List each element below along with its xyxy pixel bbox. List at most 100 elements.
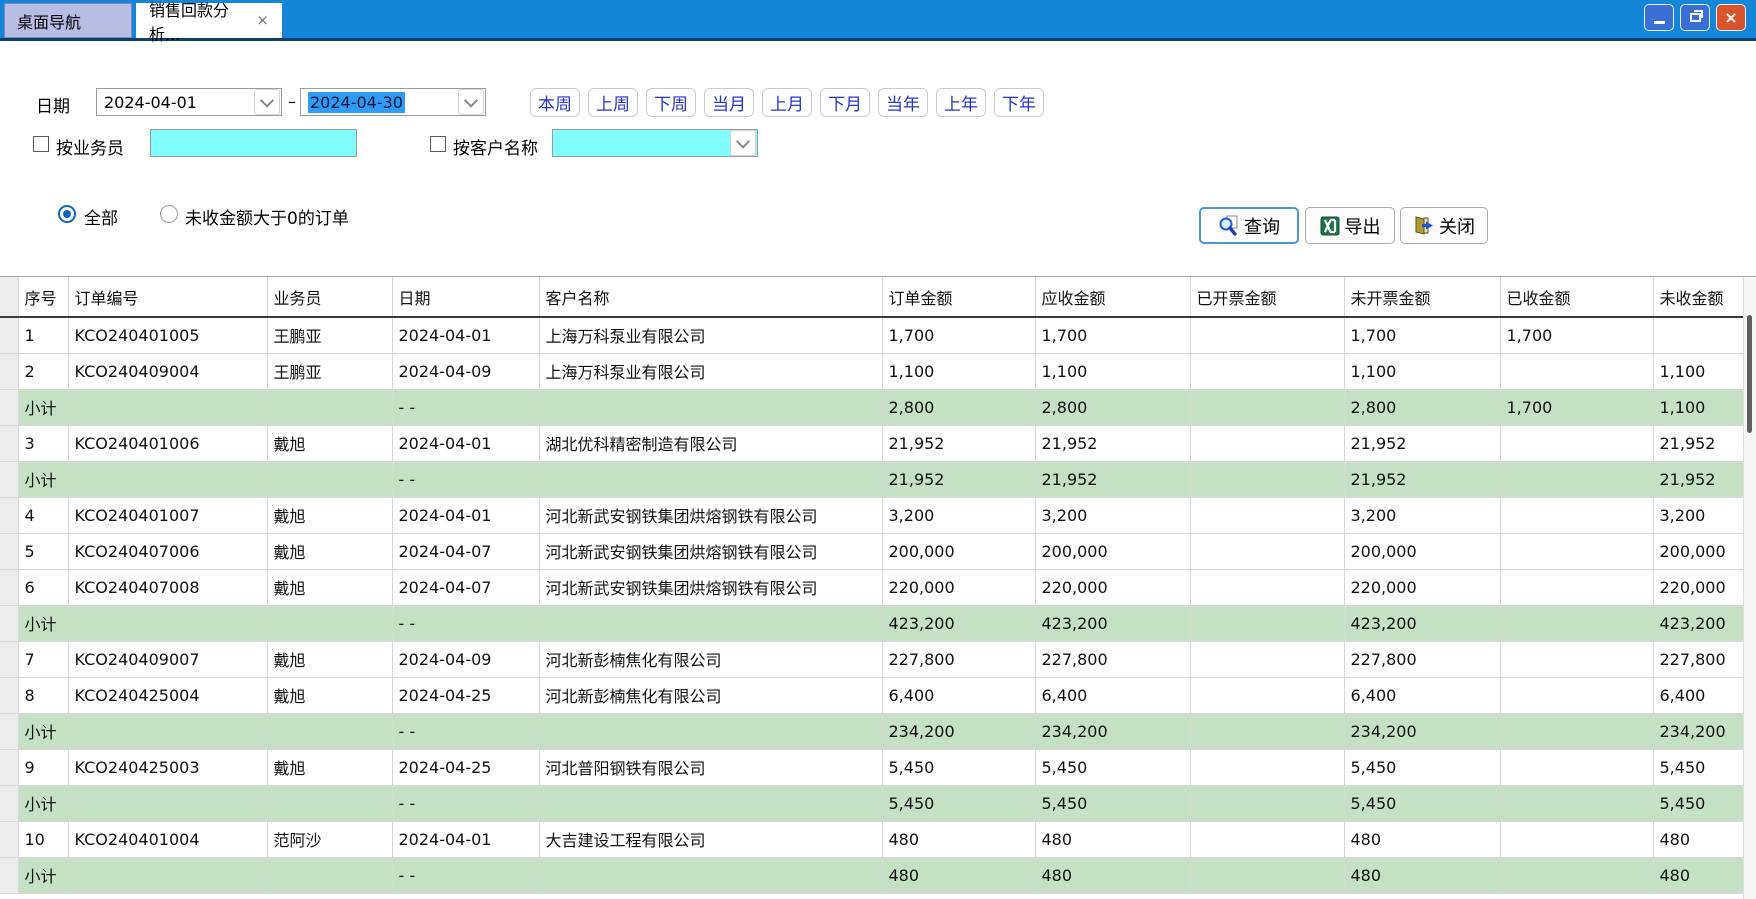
table-cell — [1190, 785, 1344, 821]
table-cell — [1190, 821, 1344, 857]
quick-range-next-year[interactable]: 下年 — [994, 88, 1044, 117]
row-selector[interactable] — [0, 641, 18, 677]
row-selector[interactable] — [0, 389, 18, 425]
row-selector[interactable] — [0, 461, 18, 497]
quick-range-this-week[interactable]: 本周 — [530, 88, 580, 117]
chevron-down-icon[interactable] — [254, 89, 280, 115]
table-cell — [1190, 317, 1344, 353]
table-cell — [1190, 389, 1344, 425]
column-header-4[interactable]: 日期 — [392, 277, 539, 317]
date-from-select[interactable]: 2024-04-01 — [96, 88, 282, 116]
quick-range-next-week[interactable]: 下周 — [646, 88, 696, 117]
quick-range-this-month[interactable]: 当月 — [704, 88, 754, 117]
quick-range-this-year[interactable]: 当年 — [878, 88, 928, 117]
table-row[interactable]: 5 KCO240407006 戴旭 2024-04-07 河北新武安钢铁集团烘熔… — [0, 533, 1744, 569]
table-row[interactable]: 小计 - - 480 480 480 480 — [0, 857, 1744, 893]
excel-icon — [1320, 216, 1340, 236]
table-row[interactable]: 9 KCO240425003 戴旭 2024-04-25 河北普阳钢铁有限公司 … — [0, 749, 1744, 785]
table-row[interactable]: 小计 - - 21,952 21,952 21,952 21,952 — [0, 461, 1744, 497]
tab-label: 销售回款分析... — [149, 0, 248, 45]
table-row[interactable]: 1 KCO240401005 王鹏亚 2024-04-01 上海万科泵业有限公司… — [0, 317, 1744, 353]
chevron-down-icon[interactable] — [730, 130, 756, 156]
table-row[interactable]: 小计 - - 5,450 5,450 5,450 5,450 — [0, 785, 1744, 821]
column-header-7[interactable]: 应收金额 — [1035, 277, 1190, 317]
salesperson-input[interactable] — [150, 129, 357, 157]
quick-range-next-month[interactable]: 下月 — [820, 88, 870, 117]
row-selector[interactable] — [0, 821, 18, 857]
customer-select[interactable] — [552, 129, 758, 157]
column-header-5[interactable]: 客户名称 — [539, 277, 882, 317]
table-cell: 河北新武安钢铁集团烘熔钢铁有限公司 — [539, 497, 882, 533]
column-header-6[interactable]: 订单金额 — [882, 277, 1035, 317]
query-button[interactable]: 查询 — [1199, 207, 1299, 244]
row-selector[interactable] — [0, 425, 18, 461]
chevron-down-icon[interactable] — [458, 89, 484, 115]
by-salesperson-checkbox[interactable] — [33, 136, 49, 152]
table-cell: 480 — [882, 857, 1035, 893]
close-button[interactable]: × — [1716, 4, 1746, 31]
quick-range-last-week[interactable]: 上周 — [588, 88, 638, 117]
scope-unpaid-label: 未收金额大于0的订单 — [185, 204, 349, 229]
date-to-select[interactable]: 2024-04-30 — [300, 88, 486, 116]
column-header-10[interactable]: 已收金额 — [1500, 277, 1653, 317]
row-selector[interactable] — [0, 713, 18, 749]
row-selector[interactable] — [0, 749, 18, 785]
orders-table: 序号订单编号业务员日期客户名称订单金额应收金额已开票金额未开票金额已收金额未收金… — [0, 276, 1756, 899]
row-selector[interactable] — [0, 497, 18, 533]
table-cell: KCO240401005 — [68, 317, 267, 353]
quick-range-last-month[interactable]: 上月 — [762, 88, 812, 117]
table-row[interactable]: 10 KCO240401004 范阿沙 2024-04-01 大吉建设工程有限公… — [0, 821, 1744, 857]
table-row[interactable]: 小计 - - 2,800 2,800 2,800 1,700 1,100 — [0, 389, 1744, 425]
export-button[interactable]: 导出 — [1305, 207, 1395, 244]
table-row[interactable]: 6 KCO240407008 戴旭 2024-04-07 河北新武安钢铁集团烘熔… — [0, 569, 1744, 605]
quick-range-last-year[interactable]: 上年 — [936, 88, 986, 117]
table-row[interactable]: 8 KCO240425004 戴旭 2024-04-25 河北新彭楠焦化有限公司… — [0, 677, 1744, 713]
table-cell: 3,200 — [1344, 497, 1500, 533]
table-cell: 戴旭 — [267, 425, 392, 461]
tab-desktop-navigation[interactable]: 桌面导航 — [4, 3, 132, 38]
table-cell — [267, 713, 392, 749]
row-selector[interactable] — [0, 569, 18, 605]
row-selector[interactable] — [0, 677, 18, 713]
quick-range-buttons: 本周 上周 下周 当月 上月 下月 当年 上年 下年 — [530, 88, 1044, 117]
table-row[interactable]: 7 KCO240409007 戴旭 2024-04-09 河北新彭楠焦化有限公司… — [0, 641, 1744, 677]
vertical-scrollbar[interactable] — [1743, 277, 1756, 899]
close-view-button[interactable]: 关闭 — [1400, 207, 1488, 244]
tab-close-icon[interactable]: × — [256, 13, 269, 28]
column-header-9[interactable]: 未开票金额 — [1344, 277, 1500, 317]
scope-all-radio[interactable] — [58, 205, 76, 223]
row-selector[interactable] — [0, 605, 18, 641]
table-cell: 480 — [1653, 857, 1744, 893]
table-cell: 2024-04-09 — [392, 641, 539, 677]
table-cell — [267, 389, 392, 425]
table-cell: 220,000 — [1344, 569, 1500, 605]
table-cell — [1500, 641, 1653, 677]
table-row[interactable]: 2 KCO240409004 王鹏亚 2024-04-09 上海万科泵业有限公司… — [0, 353, 1744, 389]
table-cell: KCO240425004 — [68, 677, 267, 713]
scrollbar-thumb[interactable] — [1747, 315, 1752, 433]
table-row[interactable]: 小计 - - 423,200 423,200 423,200 423,200 — [0, 605, 1744, 641]
column-header-8[interactable]: 已开票金额 — [1190, 277, 1344, 317]
row-selector[interactable] — [0, 317, 18, 353]
scope-unpaid-radio[interactable] — [160, 205, 178, 223]
row-selector[interactable] — [0, 353, 18, 389]
column-header-2[interactable]: 订单编号 — [68, 277, 267, 317]
table-row[interactable]: 4 KCO240401007 戴旭 2024-04-01 河北新武安钢铁集团烘熔… — [0, 497, 1744, 533]
column-header-1[interactable]: 序号 — [18, 277, 68, 317]
table-cell — [1190, 497, 1344, 533]
column-header-3[interactable]: 业务员 — [267, 277, 392, 317]
table-cell: 21,952 — [882, 425, 1035, 461]
by-customer-checkbox[interactable] — [430, 136, 446, 152]
restore-button[interactable] — [1680, 4, 1710, 31]
table-cell — [1500, 425, 1653, 461]
minimize-button[interactable] — [1644, 4, 1674, 31]
row-selector[interactable] — [0, 785, 18, 821]
table-row[interactable]: 小计 - - 234,200 234,200 234,200 234,200 — [0, 713, 1744, 749]
row-selector[interactable] — [0, 857, 18, 893]
table-cell — [1190, 641, 1344, 677]
tab-sales-payment-analysis[interactable]: 销售回款分析... × — [136, 3, 282, 38]
table-row[interactable]: 3 KCO240401006 戴旭 2024-04-01 湖北优科精密制造有限公… — [0, 425, 1744, 461]
column-header-11[interactable]: 未收金额 — [1653, 277, 1744, 317]
row-selector[interactable] — [0, 533, 18, 569]
table-cell — [1500, 461, 1653, 497]
